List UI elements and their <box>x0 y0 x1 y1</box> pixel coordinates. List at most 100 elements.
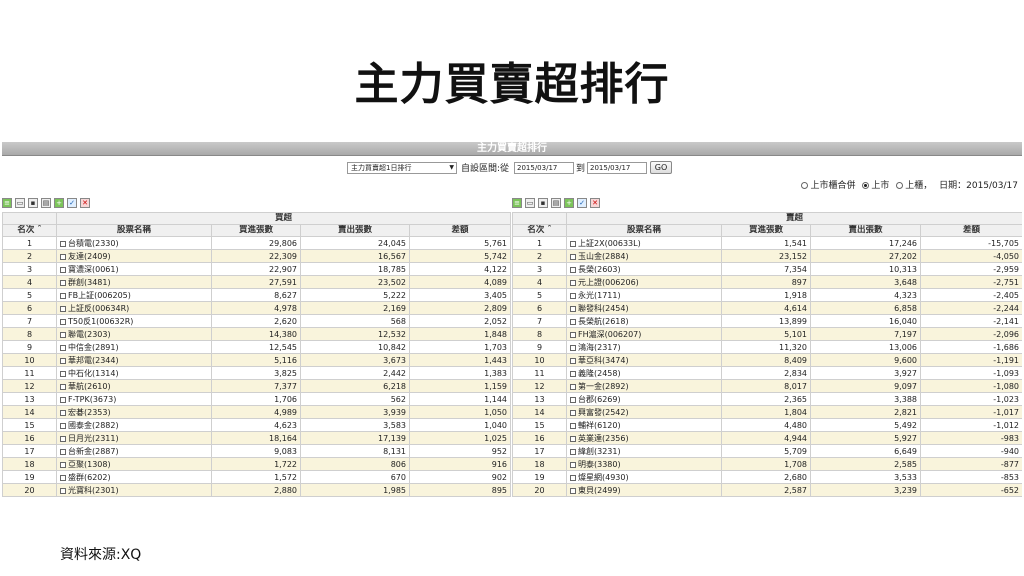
table-row[interactable]: 5 永光(1711) 1,918 4,323 -2,405 <box>512 288 1022 302</box>
row-checkbox[interactable] <box>60 474 66 481</box>
stock-name[interactable]: 華亞科(3474) <box>578 356 629 365</box>
row-checkbox[interactable] <box>570 409 576 416</box>
table-row[interactable]: 20 東貝(2499) 2,587 3,239 -652 <box>512 483 1022 497</box>
row-checkbox[interactable] <box>60 448 66 455</box>
row-checkbox[interactable] <box>60 487 66 494</box>
row-checkbox[interactable] <box>60 266 66 273</box>
stock-name[interactable]: 興富發(2542) <box>578 408 629 417</box>
table-row[interactable]: 8 FH滬深(006207) 5,101 7,197 -2,096 <box>512 327 1022 341</box>
from-date-input[interactable]: 2015/03/17 <box>514 162 574 174</box>
export-icon[interactable]: ≡ <box>2 198 12 208</box>
table-row[interactable]: 4 元上證(006206) 897 3,648 -2,751 <box>512 275 1022 289</box>
stock-name[interactable]: 國泰金(2882) <box>68 421 119 430</box>
add-icon[interactable]: + <box>564 198 574 208</box>
row-checkbox[interactable] <box>570 422 576 429</box>
row-checkbox[interactable] <box>60 383 66 390</box>
row-checkbox[interactable] <box>570 344 576 351</box>
stock-name[interactable]: 緯創(3231) <box>578 447 621 456</box>
radio-otc[interactable] <box>896 182 904 189</box>
row-checkbox[interactable] <box>60 422 66 429</box>
table-row[interactable]: 1 上証2X(00633L) 1,541 17,246 -15,705 <box>512 236 1022 250</box>
stock-name[interactable]: T50反1(00632R) <box>68 317 133 326</box>
row-checkbox[interactable] <box>570 253 576 260</box>
stock-name[interactable]: 台新金(2887) <box>68 447 119 456</box>
stock-name[interactable]: 元上證(006206) <box>578 278 639 287</box>
table-row[interactable]: 12 第一金(2892) 8,017 9,097 -1,080 <box>512 379 1022 393</box>
row-checkbox[interactable] <box>570 474 576 481</box>
table-row[interactable]: 8 聯電(2303) 14,380 12,532 1,848 <box>2 327 512 341</box>
row-checkbox[interactable] <box>570 487 576 494</box>
row-checkbox[interactable] <box>570 305 576 312</box>
table-row[interactable]: 3 長榮(2603) 7,354 10,313 -2,959 <box>512 262 1022 276</box>
stock-name[interactable]: 燦星網(4930) <box>578 473 629 482</box>
table-row[interactable]: 14 興富發(2542) 1,804 2,821 -1,017 <box>512 405 1022 419</box>
stock-name[interactable]: FH滬深(006207) <box>578 330 641 339</box>
folder-icon[interactable]: ▭ <box>15 198 25 208</box>
table-row[interactable]: 19 燦星網(4930) 2,680 3,533 -853 <box>512 470 1022 484</box>
table-row[interactable]: 2 玉山金(2884) 23,152 27,202 -4,050 <box>512 249 1022 263</box>
table-row[interactable]: 12 華航(2610) 7,377 6,218 1,159 <box>2 379 512 393</box>
row-checkbox[interactable] <box>60 357 66 364</box>
row-checkbox[interactable] <box>570 318 576 325</box>
row-checkbox[interactable] <box>570 396 576 403</box>
row-checkbox[interactable] <box>60 370 66 377</box>
stock-name[interactable]: 亞聚(1308) <box>68 460 111 469</box>
stock-name[interactable]: 第一金(2892) <box>578 382 629 391</box>
print-icon[interactable]: ▤ <box>41 198 51 208</box>
row-checkbox[interactable] <box>570 448 576 455</box>
stock-name[interactable]: 台郡(6269) <box>578 395 621 404</box>
stock-name[interactable]: 華航(2610) <box>68 382 111 391</box>
row-checkbox[interactable] <box>570 357 576 364</box>
row-checkbox[interactable] <box>60 344 66 351</box>
rank-header[interactable]: 名次 ˆ <box>2 224 57 237</box>
save-icon[interactable]: ▪ <box>538 198 548 208</box>
add-icon[interactable]: + <box>54 198 64 208</box>
stock-name[interactable]: F-TPK(3673) <box>68 395 116 404</box>
row-checkbox[interactable] <box>570 240 576 247</box>
table-row[interactable]: 4 群創(3481) 27,591 23,502 4,089 <box>2 275 512 289</box>
stock-name[interactable]: 輔祥(6120) <box>578 421 621 430</box>
row-checkbox[interactable] <box>60 331 66 338</box>
table-row[interactable]: 6 上証反(00634R) 4,978 2,169 2,809 <box>2 301 512 315</box>
stock-name[interactable]: 中石化(1314) <box>68 369 119 378</box>
to-date-input[interactable]: 2015/03/17 <box>587 162 647 174</box>
row-checkbox[interactable] <box>570 461 576 468</box>
row-checkbox[interactable] <box>60 435 66 442</box>
stock-name[interactable]: 上証反(00634R) <box>68 304 129 313</box>
delete-icon[interactable]: ✕ <box>590 198 600 208</box>
stock-name[interactable]: 群創(3481) <box>68 278 111 287</box>
stock-name[interactable]: FB上証(006205) <box>68 291 131 300</box>
table-row[interactable]: 6 聯發科(2454) 4,614 6,858 -2,244 <box>512 301 1022 315</box>
stock-name[interactable]: 聯電(2303) <box>68 330 111 339</box>
row-checkbox[interactable] <box>570 370 576 377</box>
stock-name[interactable]: 中信金(2891) <box>68 343 119 352</box>
table-row[interactable]: 18 明泰(3380) 1,708 2,585 -877 <box>512 457 1022 471</box>
stock-name[interactable]: 鴻海(2317) <box>578 343 621 352</box>
save-icon[interactable]: ▪ <box>28 198 38 208</box>
table-row[interactable]: 10 華邦電(2344) 5,116 3,673 1,443 <box>2 353 512 367</box>
table-row[interactable]: 5 FB上証(006205) 8,627 5,222 3,405 <box>2 288 512 302</box>
stock-name[interactable]: 上証2X(00633L) <box>578 239 641 248</box>
stock-name[interactable]: 英業達(2356) <box>578 434 629 443</box>
stock-name[interactable]: 光寶科(2301) <box>68 486 119 495</box>
delete-icon[interactable]: ✕ <box>80 198 90 208</box>
table-row[interactable]: 7 長榮航(2618) 13,899 16,040 -2,141 <box>512 314 1022 328</box>
print-icon[interactable]: ▤ <box>551 198 561 208</box>
stock-name[interactable]: 明泰(3380) <box>578 460 621 469</box>
stock-name[interactable]: 盛群(6202) <box>68 473 111 482</box>
table-row[interactable]: 1 台積電(2330) 29,806 24,045 5,761 <box>2 236 512 250</box>
stock-name[interactable]: 友達(2409) <box>68 252 111 261</box>
row-checkbox[interactable] <box>60 461 66 468</box>
stock-name[interactable]: 聯發科(2454) <box>578 304 629 313</box>
stock-name[interactable]: 義隆(2458) <box>578 369 621 378</box>
folder-icon[interactable]: ▭ <box>525 198 535 208</box>
table-row[interactable]: 15 國泰金(2882) 4,623 3,583 1,040 <box>2 418 512 432</box>
table-row[interactable]: 18 亞聚(1308) 1,722 806 916 <box>2 457 512 471</box>
table-row[interactable]: 9 中信金(2891) 12,545 10,842 1,703 <box>2 340 512 354</box>
stock-name[interactable]: 華邦電(2344) <box>68 356 119 365</box>
row-checkbox[interactable] <box>60 318 66 325</box>
row-checkbox[interactable] <box>570 331 576 338</box>
row-checkbox[interactable] <box>570 383 576 390</box>
stock-name[interactable]: 寶濃深(0061) <box>68 265 119 274</box>
table-row[interactable]: 13 台郡(6269) 2,365 3,388 -1,023 <box>512 392 1022 406</box>
